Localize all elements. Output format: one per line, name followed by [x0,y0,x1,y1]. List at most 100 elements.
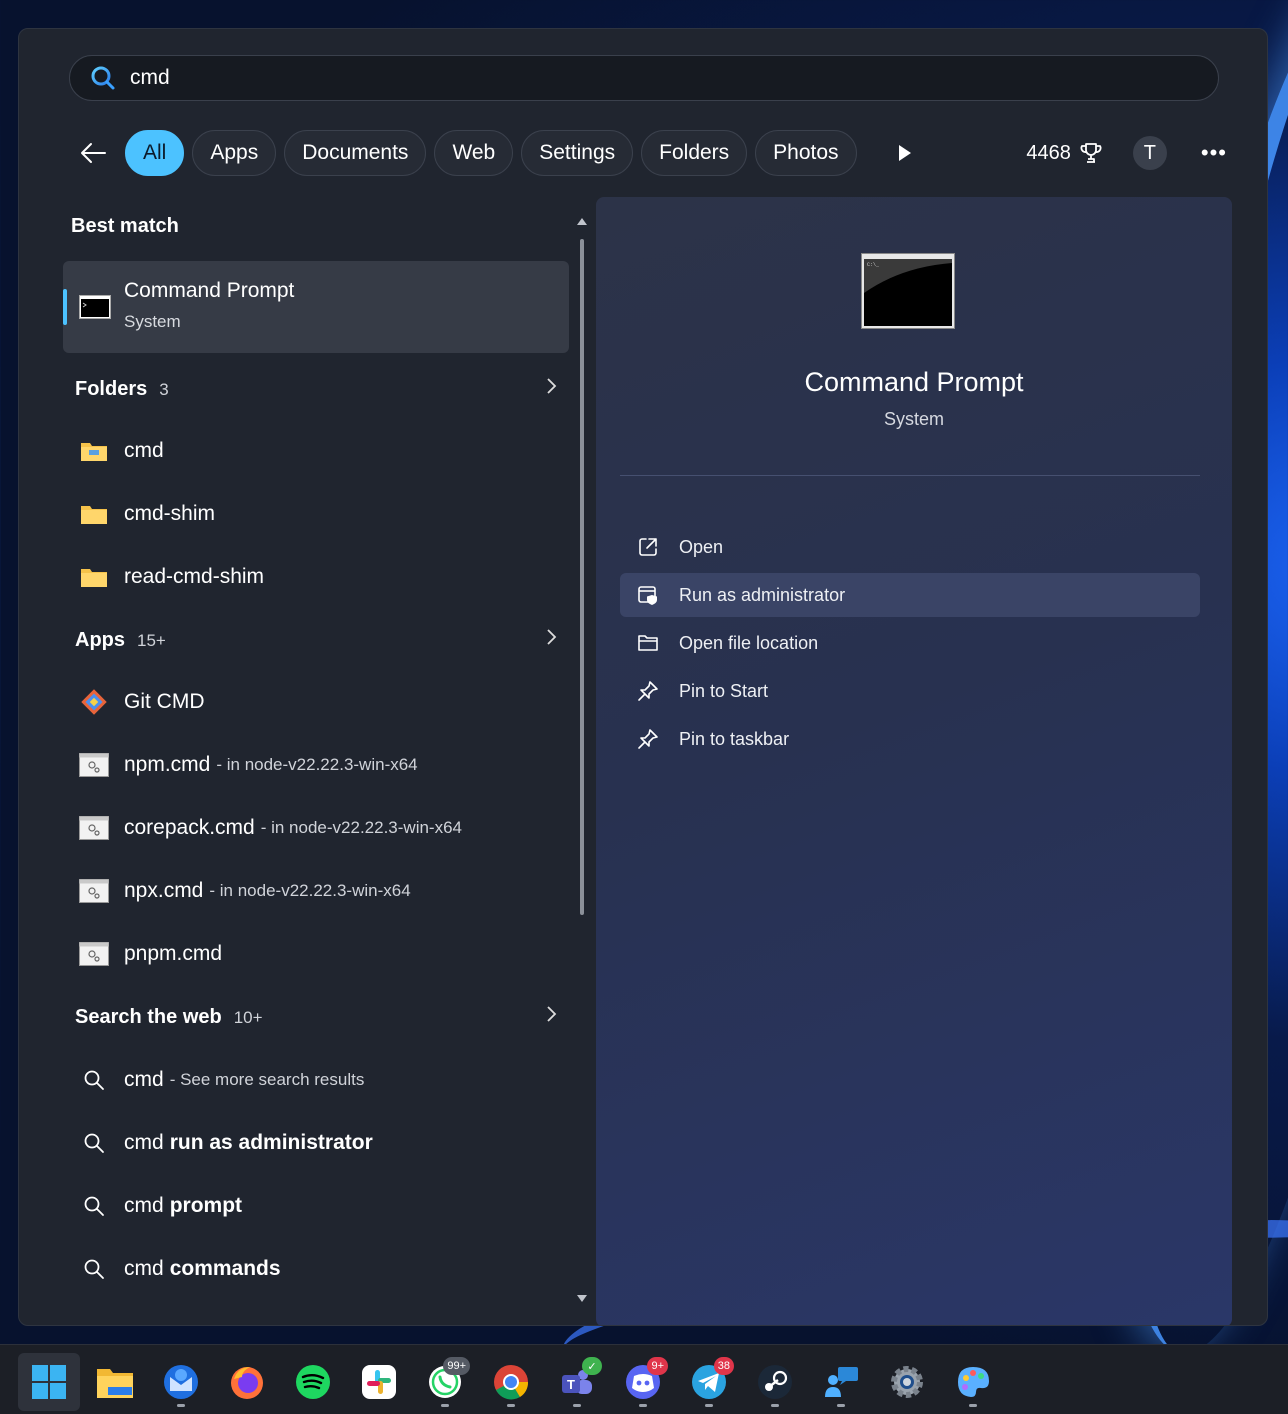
open-action[interactable]: Open [620,525,1200,569]
tab-settings[interactable]: Settings [521,130,634,176]
running-indicator [705,1404,713,1407]
scroll-thumb[interactable] [580,239,584,915]
taskbar-teams[interactable]: T ✓ [546,1353,608,1411]
running-indicator [177,1404,185,1407]
svg-text:T: T [567,1377,575,1392]
taskbar-discord[interactable]: 9+ [612,1353,674,1411]
running-indicator [507,1404,515,1407]
more-filters-button[interactable] [885,133,925,173]
chrome-icon [494,1365,529,1400]
start-button[interactable] [18,1353,80,1411]
web-suggestion[interactable]: cmd commands [79,1249,559,1289]
app-item-git-cmd[interactable]: Git CMD [79,682,559,722]
taskbar-file-explorer[interactable] [84,1353,146,1411]
trophy-icon[interactable] [1079,141,1103,165]
suggestion-query: cmd [124,1131,164,1154]
slack-icon [362,1365,396,1399]
notification-badge: 38 [713,1357,734,1375]
folder-item-cmd[interactable]: cmd [79,431,559,471]
app-item-pnpm-cmd[interactable]: pnpm.cmd [79,934,559,974]
status-badge: ✓ [582,1357,602,1375]
taskbar-chrome[interactable] [480,1353,542,1411]
firefox-icon [231,1367,263,1399]
folders-count: 3 [159,380,169,399]
running-indicator [441,1404,449,1407]
folders-group-heading[interactable]: Folders 3 [75,377,557,401]
folder-icon [79,501,109,527]
taskbar-paint[interactable] [942,1353,1004,1411]
tab-documents[interactable]: Documents [284,130,427,176]
pin-to-start-action[interactable]: Pin to Start [620,669,1200,713]
search-box[interactable] [69,55,1219,101]
pin-to-taskbar-action[interactable]: Pin to taskbar [620,717,1200,761]
taskbar-thunderbird[interactable] [150,1353,212,1411]
more-options-button[interactable]: ••• [1201,140,1227,166]
apps-group-heading[interactable]: Apps 15+ [75,628,557,652]
app-item-npm-cmd[interactable]: npm.cmd - in node-v22.22.3-win-x64 [79,745,559,785]
app-location: - in node-v22.22.3-win-x64 [260,818,462,837]
script-file-icon [79,878,109,904]
result-title: Command Prompt [124,279,295,302]
open-file-location-action[interactable]: Open file location [620,621,1200,665]
best-match-result[interactable]: Command Prompt System [63,261,569,353]
rewards-points[interactable]: 4468 [1026,142,1071,165]
folder-icon [79,438,109,464]
taskbar-steam[interactable] [744,1353,806,1411]
folder-item-read-cmd-shim[interactable]: read-cmd-shim [79,557,559,597]
taskbar-slack[interactable] [348,1353,410,1411]
avatar[interactable]: T [1132,136,1167,170]
tab-web[interactable]: Web [434,130,514,176]
running-indicator [573,1404,581,1407]
script-file-icon [79,752,109,778]
spotify-icon [296,1365,330,1399]
apps-count: 15+ [137,631,166,650]
open-external-icon [636,535,660,559]
chevron-right-icon [547,378,557,394]
taskbar-firefox[interactable] [216,1353,278,1411]
tab-photos[interactable]: Photos [755,130,857,176]
web-suggestion[interactable]: cmd prompt [79,1186,559,1226]
paint-palette-icon [958,1367,989,1397]
results-scrollbar[interactable] [575,215,589,1305]
app-name: pnpm.cmd [124,942,223,965]
notification-badge: 99+ [443,1357,470,1375]
taskbar-spotify[interactable] [282,1353,344,1411]
app-name: npx.cmd [124,879,204,902]
run-as-admin-action[interactable]: Run as administrator [620,573,1200,617]
tab-all[interactable]: All [125,130,185,176]
tab-folders[interactable]: Folders [641,130,748,176]
settings-gear-icon [891,1366,923,1398]
taskbar-whatsapp[interactable]: 99+ [414,1353,476,1411]
folder-item-cmd-shim[interactable]: cmd-shim [79,494,559,534]
suggestion-completion: commands [169,1257,281,1280]
scroll-up-icon[interactable] [575,215,589,227]
suggestion-completion: run as administrator [169,1131,373,1154]
web-group-heading[interactable]: Search the web 10+ [75,1005,557,1029]
scroll-down-icon[interactable] [575,1293,589,1305]
search-icon [79,1193,109,1219]
taskbar-quick-assist[interactable] [810,1353,872,1411]
apps-heading: Apps [75,629,125,651]
pin-icon [636,679,660,703]
app-name: Git CMD [124,690,205,713]
preview-title: Command Prompt [804,367,1024,397]
web-suggestion[interactable]: cmd run as administrator [79,1123,559,1163]
suggestion-hint: - See more search results [169,1070,365,1089]
script-file-icon [79,815,109,841]
app-item-corepack-cmd[interactable]: corepack.cmd - in node-v22.22.3-win-x64 [79,808,559,848]
tab-apps[interactable]: Apps [192,130,277,176]
result-subtitle: System [124,312,181,331]
web-suggestion[interactable]: cmd - See more search results [79,1060,559,1100]
steam-icon [758,1365,792,1399]
taskbar-telegram[interactable]: 38 [678,1353,740,1411]
web-count: 10+ [233,1008,263,1027]
app-name: corepack.cmd [124,816,255,839]
app-item-npx-cmd[interactable]: npx.cmd - in node-v22.22.3-win-x64 [79,871,559,911]
search-input[interactable] [130,66,1030,90]
taskbar-settings[interactable] [876,1353,938,1411]
search-icon [79,1067,109,1093]
folder-name: cmd [124,439,164,462]
taskbar: 99+ T ✓ 9+ 38 [0,1344,1288,1414]
command-prompt-icon: C:\_ [861,253,955,329]
back-button[interactable] [71,131,115,175]
